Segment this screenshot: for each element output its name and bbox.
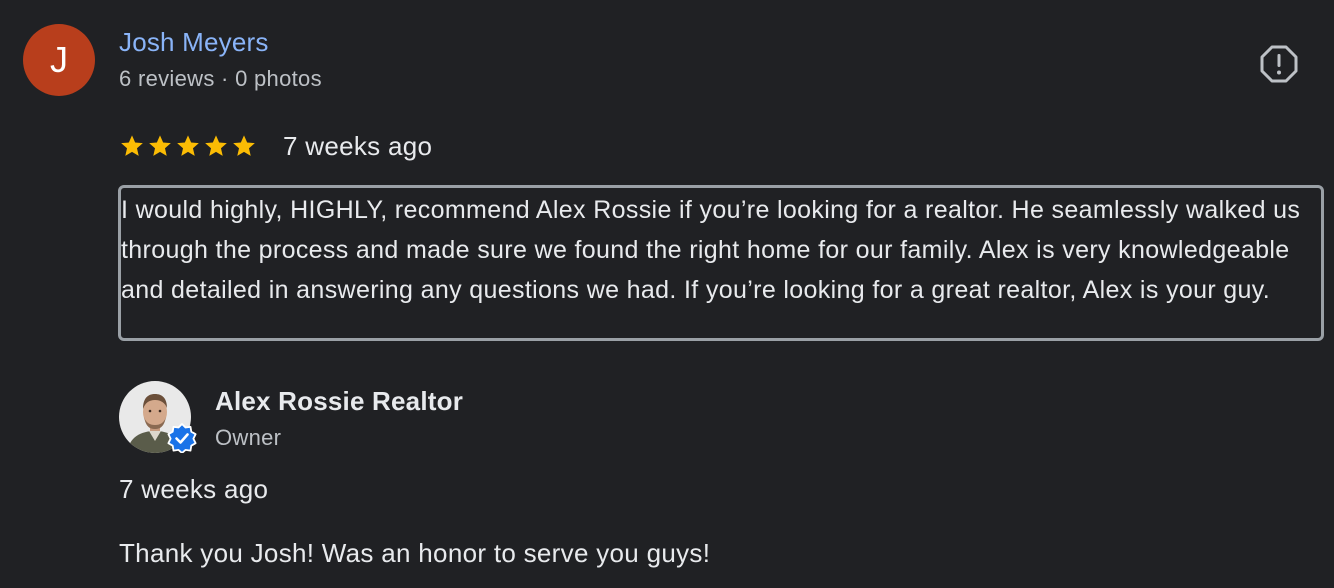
review-card: J Josh Meyers 6 reviews · 0 photos 7 wee… <box>0 0 1334 588</box>
report-review-button[interactable] <box>1259 44 1299 84</box>
owner-response-text: Thank you Josh! Was an honor to serve yo… <box>119 538 711 568</box>
star-icon <box>121 135 143 156</box>
reviewer-stats: 6 reviews · 0 photos <box>119 66 322 91</box>
star-icon <box>149 135 171 156</box>
reviewer-avatar[interactable]: J <box>23 24 95 96</box>
reviewer-avatar-letter: J <box>50 39 68 80</box>
star-icon <box>177 135 199 156</box>
star-rating <box>119 133 257 159</box>
reviewer-name-link[interactable]: Josh Meyers <box>119 27 269 58</box>
report-icon <box>1260 45 1298 83</box>
owner-response-time: 7 weeks ago <box>119 474 269 504</box>
owner-role-label: Owner <box>215 425 282 450</box>
star-icon <box>205 135 227 156</box>
review-text[interactable]: I would highly, HIGHLY, recommend Alex R… <box>118 185 1324 341</box>
owner-avatar[interactable] <box>119 381 197 453</box>
verified-badge-icon <box>167 423 197 453</box>
owner-name: Alex Rossie Realtor <box>215 386 464 416</box>
review-time: 7 weeks ago <box>283 130 433 161</box>
rating-row: 7 weeks ago <box>119 128 432 164</box>
star-icon <box>233 135 255 156</box>
